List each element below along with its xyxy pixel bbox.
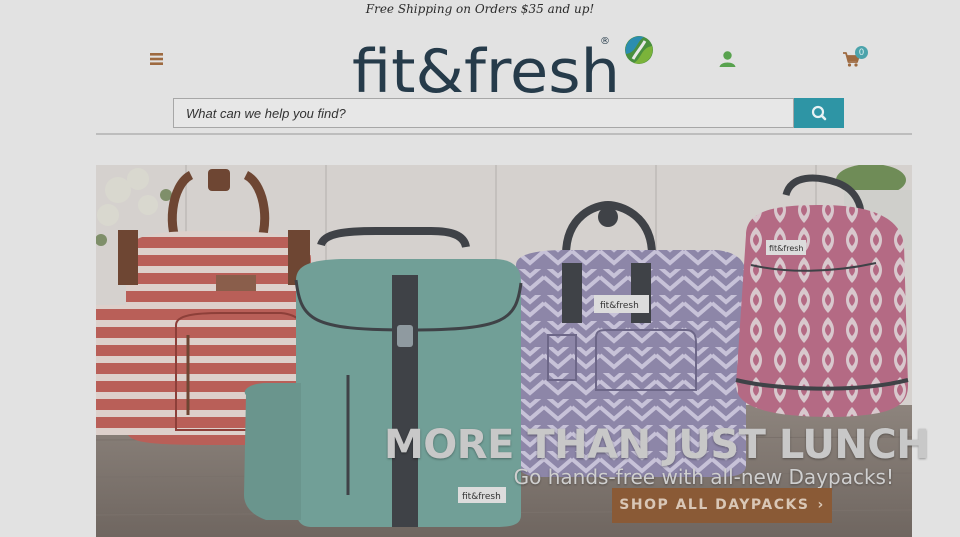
hero-subtitle: Go hands-free with all-new Daypacks!: [513, 465, 894, 489]
search-input[interactable]: [173, 98, 794, 128]
search-bar: [173, 98, 844, 128]
bag-label: fit&fresh: [769, 244, 804, 253]
cart-count-badge[interactable]: 0: [855, 46, 868, 59]
logo-swirl-icon: [625, 36, 653, 64]
logo-wordmark: fit&fresh: [352, 37, 620, 98]
chevron-right-icon: ›: [817, 497, 825, 513]
hamburger-menu-icon[interactable]: [148, 51, 165, 67]
promo-bar: Free Shipping on Orders $35 and up!: [0, 0, 960, 20]
header-divider: [96, 133, 912, 135]
bag-label: fit&fresh: [462, 492, 501, 502]
cta-label: SHOP ALL DAYPACKS: [619, 497, 810, 513]
logo-registered-mark: ®: [600, 36, 610, 47]
free-shipping-text: Free Shipping on Orders $35 and up!: [365, 2, 595, 16]
hero-title: MORE THAN JUST LUNCH: [384, 422, 930, 468]
fit-and-fresh-logo[interactable]: fit&fresh ®: [352, 30, 657, 98]
search-icon: [811, 105, 827, 121]
search-button[interactable]: [794, 98, 844, 128]
shop-all-daypacks-button[interactable]: SHOP ALL DAYPACKS ›: [612, 488, 832, 523]
bag-label: fit&fresh: [600, 301, 639, 311]
user-icon[interactable]: [718, 50, 737, 68]
